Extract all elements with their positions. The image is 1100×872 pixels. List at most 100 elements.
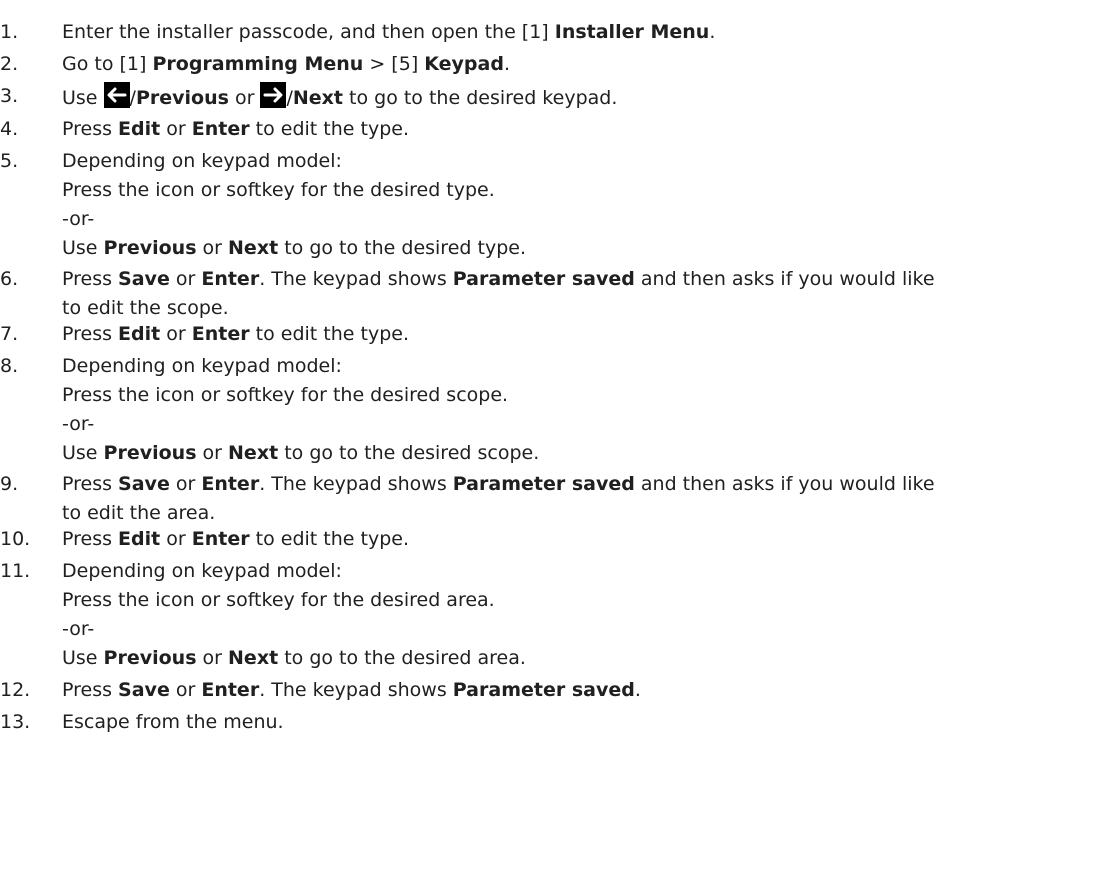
step-number: 10.: [0, 528, 31, 550]
step-line: -or-: [62, 410, 1092, 439]
step-number: 12.: [0, 679, 31, 701]
step-text: to go to the desired area.: [278, 647, 526, 669]
step-number: 8.: [0, 355, 19, 377]
step-text: Depending on keypad model:: [62, 150, 342, 172]
step-text: Press: [62, 679, 119, 701]
bold-term: Next: [292, 87, 343, 109]
step-content: Press Save or Enter. The keypad shows Pa…: [62, 470, 1092, 528]
step-text: to go to the desired keypad.: [342, 87, 618, 109]
step-line: Press Edit or Enter to edit the type.: [62, 320, 1092, 349]
step-line: Press Save or Enter. The keypad shows Pa…: [62, 470, 1092, 499]
step-content: Press Save or Enter. The keypad shows Pa…: [62, 265, 1092, 323]
bold-term: Previous: [103, 237, 197, 259]
step-line: Use Previous or Next to go to the desire…: [62, 439, 1092, 468]
step-item: 6. Press Save or Enter. The keypad shows …: [0, 265, 1100, 323]
step-number: 1.: [0, 21, 19, 43]
step-text: or: [169, 268, 202, 290]
step-content: Escape from the menu.: [62, 708, 1092, 737]
step-text: Press the icon or softkey for the desire…: [62, 589, 495, 611]
step-number: 3.: [0, 85, 19, 107]
step-number: 6.: [0, 268, 19, 290]
bold-term: Programming Menu: [152, 53, 364, 75]
step-text: Press: [62, 118, 119, 140]
step-line: to edit the scope.: [62, 294, 1092, 323]
step-text: Use: [62, 87, 104, 109]
step-content: Press Edit or Enter to edit the type.: [62, 525, 1092, 554]
step-line: Use Previous or Next to go to the desire…: [62, 644, 1092, 673]
step-text: to edit the type.: [249, 118, 409, 140]
step-text: or: [169, 473, 202, 495]
step-text: .: [634, 679, 641, 701]
step-item: 12. Press Save or Enter. The keypad shows…: [0, 676, 1100, 705]
bold-term: Save: [118, 679, 170, 701]
step-text: Press: [62, 323, 119, 345]
step-text: Depending on keypad model:: [62, 355, 342, 377]
bold-term: Next: [228, 237, 279, 259]
step-line: -or-: [62, 205, 1092, 234]
bold-term: Enter: [191, 323, 250, 345]
bold-term: Enter: [201, 268, 260, 290]
step-text: -or-: [62, 413, 95, 435]
step-text: Enter the installer passcode, and then o…: [62, 21, 555, 43]
step-content: Press Save or Enter. The keypad shows Pa…: [62, 676, 1092, 705]
step-text: to edit the type.: [249, 323, 409, 345]
step-line: Enter the installer passcode, and then o…: [62, 18, 1092, 47]
step-text: . The keypad shows: [259, 268, 453, 290]
bold-term: Edit: [118, 528, 161, 550]
step-line: Depending on keypad model:: [62, 147, 1092, 176]
step-text: Press: [62, 528, 119, 550]
step-text: or: [196, 237, 229, 259]
step-text: Press: [62, 473, 119, 495]
bold-term: Next: [228, 442, 279, 464]
bold-term: Installer Menu: [554, 21, 710, 43]
step-content: Press Edit or Enter to edit the type.: [62, 320, 1092, 349]
step-text: or: [169, 679, 202, 701]
step-text: Use: [62, 442, 104, 464]
step-line: Press Edit or Enter to edit the type.: [62, 525, 1092, 554]
step-text: to edit the scope.: [62, 297, 229, 319]
step-line: Press the icon or softkey for the desire…: [62, 176, 1092, 205]
bold-term: Parameter saved: [452, 268, 635, 290]
procedure-document: 1. Enter the installer passcode, and then…: [0, 0, 1100, 872]
left-arrow-icon: [103, 82, 130, 108]
step-line: Press the icon or softkey for the desire…: [62, 586, 1092, 615]
bold-term: Enter: [191, 528, 250, 550]
step-content: Depending on keypad model: Press the icon…: [62, 147, 1092, 263]
step-text: .: [503, 53, 510, 75]
step-text: to go to the desired scope.: [278, 442, 540, 464]
step-line: Go to [1] Programming Menu > [5] Keypad.: [62, 50, 1092, 79]
step-text: and then asks if you would like: [634, 473, 935, 495]
step-line: Use /Previous or /Next to go to the desi…: [62, 82, 1092, 113]
step-item: 13. Escape from the menu.: [0, 708, 1100, 737]
step-text: . The keypad shows: [259, 473, 453, 495]
step-text: to edit the area.: [62, 502, 216, 524]
bold-term: Next: [228, 647, 279, 669]
step-line: Press the icon or softkey for the desire…: [62, 381, 1092, 410]
bold-term: Previous: [103, 647, 197, 669]
step-text: Use: [62, 647, 104, 669]
step-item: 9. Press Save or Enter. The keypad shows …: [0, 470, 1100, 528]
step-line: -or-: [62, 615, 1092, 644]
bold-term: Previous: [135, 87, 229, 109]
step-content: Depending on keypad model: Press the icon…: [62, 557, 1092, 673]
step-text: Press: [62, 268, 119, 290]
step-text: . The keypad shows: [259, 679, 453, 701]
bold-term: Save: [118, 268, 170, 290]
bold-term: Save: [118, 473, 170, 495]
step-item: 3. Use /Previous or /Next to go to the de…: [0, 82, 1100, 113]
step-text: or: [160, 118, 192, 140]
step-text: and then asks if you would like: [634, 268, 935, 290]
bold-term: Enter: [201, 473, 260, 495]
bold-term: Parameter saved: [452, 473, 635, 495]
step-number: 9.: [0, 473, 19, 495]
step-number: 5.: [0, 150, 19, 172]
step-text: or: [196, 647, 229, 669]
step-item: 7. Press Edit or Enter to edit the type.: [0, 320, 1100, 349]
step-item: 10. Press Edit or Enter to edit the type.: [0, 525, 1100, 554]
step-text: Press the icon or softkey for the desire…: [62, 384, 509, 406]
step-text: > [5]: [363, 53, 425, 75]
step-number: 2.: [0, 53, 19, 75]
bold-term: Edit: [118, 323, 161, 345]
bold-term: Enter: [191, 118, 250, 140]
step-line: Depending on keypad model:: [62, 557, 1092, 586]
